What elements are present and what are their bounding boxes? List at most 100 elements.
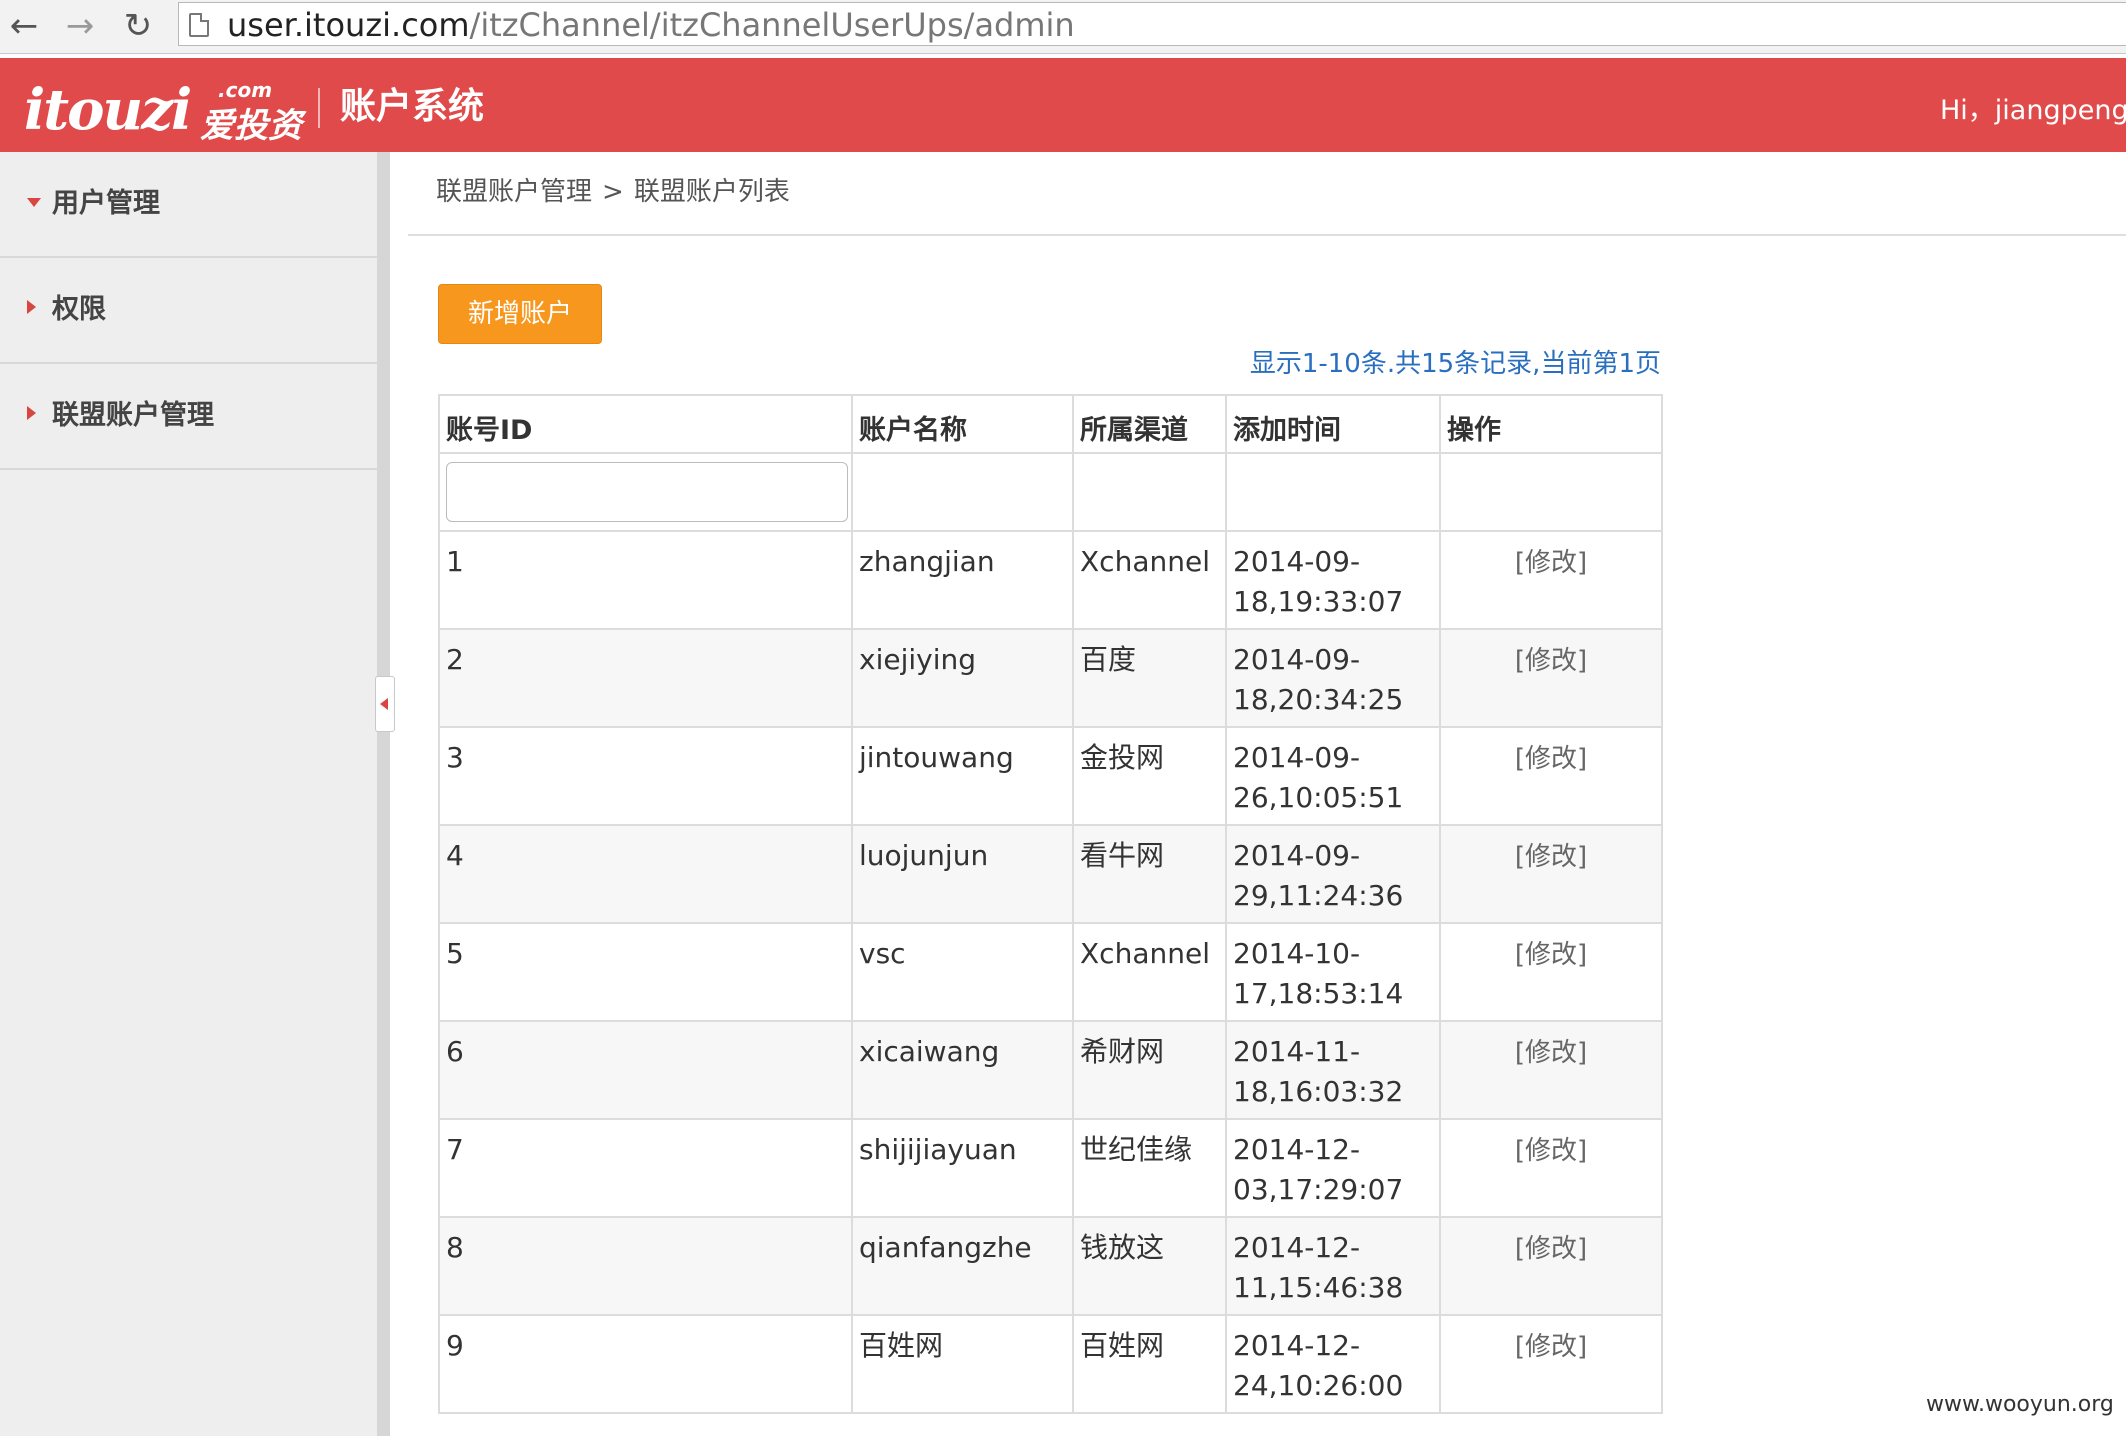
breadcrumb-parent[interactable]: 联盟账户管理 <box>436 177 592 207</box>
url-path: /itzChannel/itzChannelUserUps/admin <box>469 6 1075 44</box>
edit-link[interactable]: [修改] <box>1515 1136 1587 1166</box>
divider <box>408 234 2126 236</box>
sidebar-item-permissions[interactable]: 权限 <box>0 258 378 364</box>
column-header-id[interactable]: 账号ID <box>438 394 853 454</box>
cell-actions: [修改] <box>1439 530 1663 630</box>
cell-added-time: 2014-09- 18,20:34:25 <box>1225 628 1441 728</box>
added-date: 2014-09- <box>1233 643 1361 676</box>
edit-link[interactable]: [修改] <box>1515 646 1587 676</box>
table-row: 8 qianfangzhe 钱放这 2014-12- 11,15:46:38 [修改] <box>438 1216 1663 1316</box>
cell-account-id: 7 <box>438 1118 853 1218</box>
cell-account-name: shijijiayuan <box>851 1118 1074 1218</box>
table-row: 4 luojunjun 看牛网 2014-09- 29,11:24:36 [修改] <box>438 824 1663 924</box>
header-divider <box>318 88 320 128</box>
added-time: 26,10:05:51 <box>1233 781 1404 814</box>
cell-added-time: 2014-12- 11,15:46:38 <box>1225 1216 1441 1316</box>
cell-added-time: 2014-10- 17,18:53:14 <box>1225 922 1441 1022</box>
cell-actions: [修改] <box>1439 726 1663 826</box>
sidebar-item-label: 权限 <box>52 294 106 325</box>
column-header-name[interactable]: 账户名称 <box>851 394 1074 454</box>
added-date: 2014-09- <box>1233 741 1361 774</box>
pagination-summary: 显示1-10条.共15条记录,当前第1页 <box>1249 349 1661 379</box>
breadcrumb-separator: > <box>602 177 624 207</box>
cell-account-name: qianfangzhe <box>851 1216 1074 1316</box>
added-time: 24,10:26:00 <box>1233 1369 1404 1402</box>
address-bar[interactable]: user.itouzi.com/itzChannel/itzChannelUse… <box>178 2 2126 46</box>
logo[interactable]: itouzi <box>24 80 192 140</box>
sidebar: 用户管理 权限 联盟账户管理 <box>0 152 378 1436</box>
cell-added-time: 2014-09- 26,10:05:51 <box>1225 726 1441 826</box>
cell-account-id: 1 <box>438 530 853 630</box>
column-header-channel[interactable]: 所属渠道 <box>1072 394 1227 454</box>
cell-channel: 世纪佳缘 <box>1072 1118 1227 1218</box>
table-row: 5 vsc Xchannel 2014-10- 17,18:53:14 [修改] <box>438 922 1663 1022</box>
url-host: user.itouzi.com <box>227 6 470 44</box>
cell-account-id: 8 <box>438 1216 853 1316</box>
cell-channel: 看牛网 <box>1072 824 1227 924</box>
edit-link[interactable]: [修改] <box>1515 1332 1587 1362</box>
cell-account-id: 2 <box>438 628 853 728</box>
user-greeting[interactable]: Hi，jiangpengl <box>1940 88 2126 127</box>
sidebar-item-label: 联盟账户管理 <box>52 400 214 431</box>
edit-link[interactable]: [修改] <box>1515 1038 1587 1068</box>
caret-down-icon <box>27 198 41 207</box>
added-time: 03,17:29:07 <box>1233 1173 1404 1206</box>
table-row: 1 zhangjian Xchannel 2014-09- 18,19:33:07 [修改… <box>438 530 1663 630</box>
sidebar-item-alliance-accounts[interactable]: 联盟账户管理 <box>0 364 378 470</box>
cell-channel: 百姓网 <box>1072 1314 1227 1414</box>
cell-actions: [修改] <box>1439 824 1663 924</box>
cell-account-id: 4 <box>438 824 853 924</box>
added-date: 2014-12- <box>1233 1329 1361 1362</box>
filter-cell <box>1439 452 1663 532</box>
edit-link[interactable]: [修改] <box>1515 744 1587 774</box>
cell-actions: [修改] <box>1439 1216 1663 1316</box>
cell-account-name: xicaiwang <box>851 1020 1074 1120</box>
cell-added-time: 2014-12- 24,10:26:00 <box>1225 1314 1441 1414</box>
add-account-button[interactable]: 新增账户 <box>438 284 602 344</box>
back-arrow-icon[interactable]: ← <box>4 6 44 46</box>
edit-link[interactable]: [修改] <box>1515 1234 1587 1264</box>
forward-arrow-icon[interactable]: → <box>60 6 100 46</box>
cell-account-name: luojunjun <box>851 824 1074 924</box>
sidebar-splitter[interactable] <box>378 152 390 1436</box>
table-row: 6 xicaiwang 希财网 2014-11- 18,16:03:32 [修改] <box>438 1020 1663 1120</box>
edit-link[interactable]: [修改] <box>1515 940 1587 970</box>
account-id-filter-input[interactable] <box>446 462 848 522</box>
table-row: 2 xiejiying 百度 2014-09- 18,20:34:25 [修改] <box>438 628 1663 728</box>
edit-link[interactable]: [修改] <box>1515 548 1587 578</box>
cell-channel: 钱放这 <box>1072 1216 1227 1316</box>
accounts-table: 账号ID 账户名称 所属渠道 添加时间 操作 1 zhangjian Xchanne… <box>438 394 1663 1414</box>
collapse-sidebar-icon[interactable] <box>375 676 395 732</box>
sidebar-item-label: 用户管理 <box>52 188 160 219</box>
browser-toolbar: ← → ↻ user.itouzi.com/itzChannel/itzChan… <box>0 0 2126 54</box>
cell-added-time: 2014-11- 18,16:03:32 <box>1225 1020 1441 1120</box>
system-title: 账户系统 <box>340 86 485 127</box>
cell-actions: [修改] <box>1439 1314 1663 1414</box>
added-date: 2014-12- <box>1233 1231 1361 1264</box>
cell-actions: [修改] <box>1439 922 1663 1022</box>
cell-actions: [修改] <box>1439 1118 1663 1218</box>
page-icon <box>189 13 209 37</box>
cell-actions: [修改] <box>1439 628 1663 728</box>
cell-channel: 金投网 <box>1072 726 1227 826</box>
cell-account-name: 百姓网 <box>851 1314 1074 1414</box>
cell-actions: [修改] <box>1439 1020 1663 1120</box>
table-row: 7 shijijiayuan 世纪佳缘 2014-12- 03,17:29:07 [修改] <box>438 1118 1663 1218</box>
edit-link[interactable]: [修改] <box>1515 842 1587 872</box>
reload-icon[interactable]: ↻ <box>118 6 158 46</box>
column-header-added-time[interactable]: 添加时间 <box>1225 394 1441 454</box>
breadcrumb: 联盟账户管理 > 联盟账户列表 <box>436 174 790 210</box>
cell-added-time: 2014-12- 03,17:29:07 <box>1225 1118 1441 1218</box>
added-date: 2014-10- <box>1233 937 1361 970</box>
added-date: 2014-12- <box>1233 1133 1361 1166</box>
table-row: 3 jintouwang 金投网 2014-09- 26,10:05:51 [修改] <box>438 726 1663 826</box>
cell-channel: 百度 <box>1072 628 1227 728</box>
added-time: 18,20:34:25 <box>1233 683 1404 716</box>
sidebar-item-user-management[interactable]: 用户管理 <box>0 152 378 258</box>
table-header-row: 账号ID 账户名称 所属渠道 添加时间 操作 <box>438 394 1663 454</box>
filter-cell <box>851 452 1074 532</box>
added-time: 17,18:53:14 <box>1233 977 1404 1010</box>
cell-account-id: 5 <box>438 922 853 1022</box>
added-date: 2014-09- <box>1233 545 1361 578</box>
address-url[interactable]: user.itouzi.com/itzChannel/itzChannelUse… <box>227 6 1075 44</box>
